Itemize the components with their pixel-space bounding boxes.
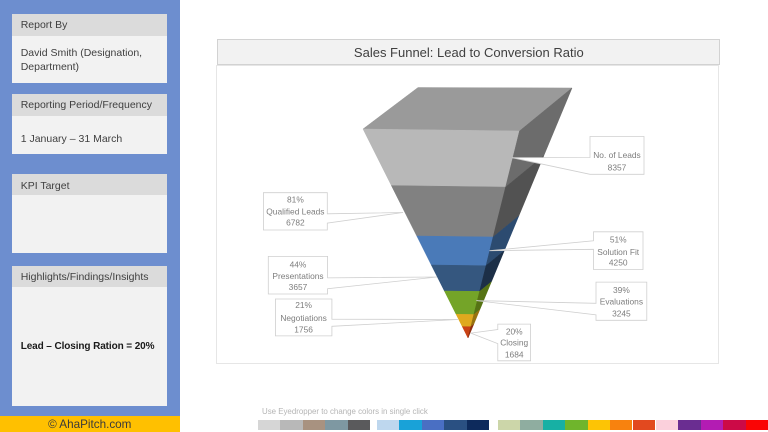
svg-text:Presentations: Presentations [272, 271, 323, 281]
svg-text:20%: 20% [506, 327, 523, 337]
svg-text:81%: 81% [287, 195, 304, 205]
svg-text:Qualified Leads: Qualified Leads [266, 207, 324, 217]
svg-text:No. of Leads: No. of Leads [593, 150, 641, 160]
svg-text:Solution Fit: Solution Fit [597, 247, 640, 257]
svg-text:Closing: Closing [500, 338, 528, 348]
svg-text:Evaluations: Evaluations [600, 297, 643, 307]
svg-text:44%: 44% [290, 259, 307, 269]
svg-text:6782: 6782 [286, 217, 305, 227]
svg-text:1756: 1756 [294, 324, 313, 334]
svg-text:1684: 1684 [505, 349, 524, 359]
svg-text:21%: 21% [295, 300, 312, 310]
svg-text:8357: 8357 [608, 163, 627, 173]
svg-text:3657: 3657 [289, 282, 308, 292]
svg-text:4250: 4250 [609, 258, 628, 268]
svg-text:39%: 39% [613, 285, 630, 295]
svg-text:51%: 51% [610, 234, 627, 244]
svg-text:Negotiations: Negotiations [280, 313, 327, 323]
svg-text:3245: 3245 [612, 309, 631, 319]
